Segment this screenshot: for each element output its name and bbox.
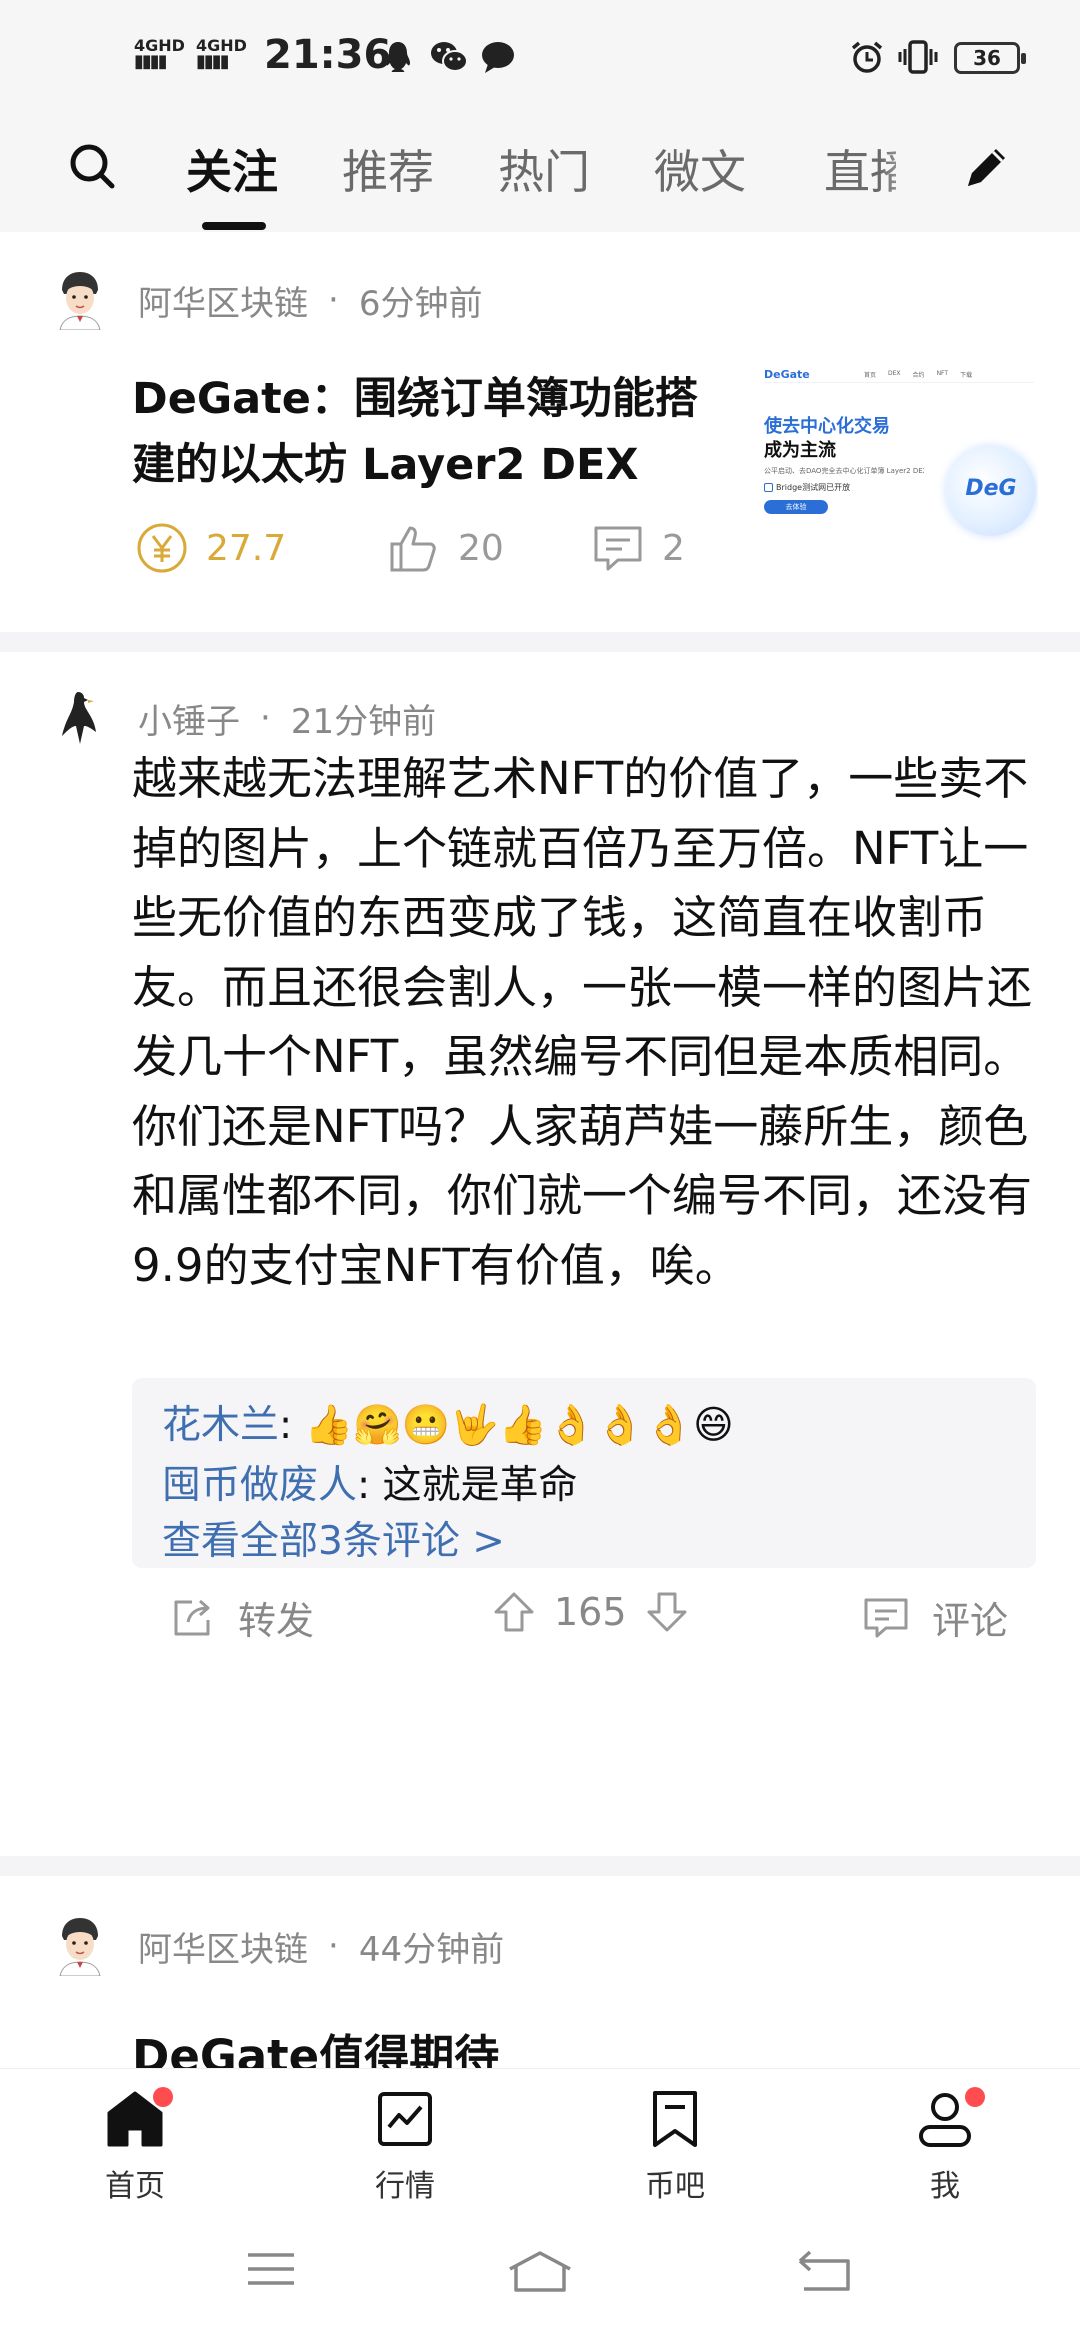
separator: · (328, 1926, 339, 1966)
comment-button[interactable]: 评论 (862, 1590, 1008, 1645)
upvote-icon[interactable] (492, 1590, 536, 1634)
back-icon[interactable] (796, 2249, 852, 2293)
article-title[interactable]: DeGate：围绕订单簿功能搭建的以太坊 Layer2 DEX (132, 366, 732, 498)
tab-recommended[interactable]: 推荐 (342, 136, 434, 202)
nav-market[interactable]: 行情 (345, 2089, 465, 2205)
alarm-icon (851, 41, 883, 73)
comment-button[interactable]: 2 (592, 522, 685, 574)
thumb-subtitle: 公平启动、去DAO完全去中心化订单簿 Layer2 DEX (764, 467, 924, 475)
author-name[interactable]: 阿华区块链 (138, 1922, 308, 1971)
avatar[interactable] (52, 1916, 108, 1976)
comment-text: : 这就是革命 (357, 1463, 578, 1508)
signal-icon: ▮▮▮▮ (134, 51, 168, 72)
thumb-nav: 首页 DEX 合约 NFT 下载 (864, 370, 973, 379)
battery-icon: 36 (954, 42, 1026, 74)
commenter-name[interactable]: 囤币做废人 (162, 1463, 357, 1508)
share-icon (174, 1599, 210, 1635)
network-indicator-1: 4GHD ▮▮▮▮ (134, 38, 185, 72)
thumb-cta-button: 去体验 (764, 500, 828, 514)
nav-label: 首页 (105, 2169, 165, 2204)
avatar[interactable] (52, 270, 108, 330)
tab-following[interactable]: 关注 (186, 136, 278, 202)
yuan-coin-icon (137, 523, 187, 573)
search-icon[interactable] (68, 142, 116, 190)
vote-count: 165 (554, 1590, 627, 1634)
vote-widget: 165 (492, 1590, 689, 1634)
top-tab-bar: 关注 推荐 热门 微文 直播 (0, 120, 1080, 232)
thumb-headline: 使去中心化交易 (764, 416, 890, 437)
nav-label: 行情 (375, 2169, 435, 2204)
post-body[interactable]: 越来越无法理解艺术NFT的价值了，一些卖不掉的图片，上个链就百倍乃至万倍。NFT… (132, 744, 1032, 1300)
forward-label: 转发 (238, 1599, 315, 1643)
active-tab-indicator (202, 222, 266, 230)
tab-hot[interactable]: 热门 (498, 136, 590, 202)
tab-microtext[interactable]: 微文 (654, 136, 746, 202)
wechat-icon (431, 42, 468, 72)
view-all-comments-link[interactable]: 查看全部3条评论 > (162, 1510, 505, 1566)
battery-level: 36 (973, 46, 1001, 70)
forward-button[interactable]: 转发 (170, 1590, 314, 1645)
comments-preview[interactable]: 花木兰: 👍🤗😬🤟👍👌👌👌😄 囤币做废人: 这就是革命 查看全部3条评论 > (132, 1378, 1036, 1568)
nav-profile[interactable]: 我 (885, 2087, 1005, 2205)
separator: · (328, 280, 339, 320)
feed-card-article[interactable]: 阿华区块链 · 6分钟前 DeGate：围绕订单簿功能搭建的以太坊 Layer2… (0, 232, 1080, 632)
thumb-logo-badge: DeG (946, 446, 1036, 536)
nav-home[interactable]: 首页 (75, 2087, 195, 2205)
article-thumbnail[interactable]: DeGate 首页 DEX 合约 NFT 下载 使去中心化交易 成为主流 公平启… (760, 364, 1038, 564)
notification-badge (965, 2087, 985, 2107)
nav-label: 币吧 (645, 2169, 705, 2204)
comment-text: : 👍🤗😬🤟👍👌👌👌😄 (279, 1403, 734, 1448)
qq-icon (386, 42, 410, 72)
thumb-headline-2: 成为主流 (764, 440, 836, 461)
bottom-nav-bar: 首页 行情 币吧 我 (0, 2068, 1080, 2340)
menu-icon[interactable] (246, 2249, 296, 2289)
status-bar: 4GHD ▮▮▮▮ 4GHD ▮▮▮▮ 21:36 36 (0, 0, 1080, 120)
downvote-icon[interactable] (645, 1590, 689, 1634)
like-button[interactable]: 20 (388, 522, 504, 574)
message-icon (482, 42, 514, 73)
reward-value: 27.7 (206, 527, 287, 569)
author-name[interactable]: 小锤子 (138, 694, 240, 743)
tab-fade (880, 120, 940, 220)
separator: · (260, 698, 271, 738)
post-time: 6分钟前 (358, 283, 483, 324)
avatar[interactable] (52, 688, 108, 748)
like-count: 20 (458, 527, 504, 569)
post-time: 21分钟前 (290, 701, 437, 742)
feed-card-article[interactable]: 阿华区块链 · 44分钟前 DeGate值得期待 (0, 1876, 1080, 2083)
post-time: 44分钟前 (358, 1929, 505, 1970)
clock: 21:36 (264, 32, 392, 78)
network-indicator-2: 4GHD ▮▮▮▮ (196, 38, 247, 72)
nav-label: 我 (930, 2169, 960, 2204)
reward-stat[interactable]: 27.7 (136, 522, 286, 574)
commenter-name[interactable]: 花木兰 (162, 1403, 279, 1448)
notification-badge (153, 2087, 173, 2107)
comment-label: 评论 (932, 1599, 1009, 1643)
nav-coin-forum[interactable]: 币吧 (615, 2089, 735, 2205)
signal-icon: ▮▮▮▮ (196, 51, 230, 72)
edit-icon[interactable] (960, 142, 1012, 194)
vibrate-icon (898, 40, 938, 74)
comment-item[interactable]: 囤币做废人: 这就是革命 (162, 1454, 578, 1510)
comment-count: 2 (662, 527, 685, 569)
comment-icon (594, 526, 642, 571)
thumbs-up-icon (390, 526, 436, 572)
author-row: 阿华区块链 · 44分钟前 (52, 1916, 504, 1976)
thumb-brand: DeGate (764, 368, 810, 381)
author-name[interactable]: 阿华区块链 (138, 276, 308, 325)
bookmark-icon (653, 2091, 697, 2147)
chart-icon (378, 2092, 432, 2146)
feed-card-post[interactable]: 小锤子 · 21分钟前 越来越无法理解艺术NFT的价值了，一些卖不掉的图片，上个… (0, 652, 1080, 1856)
thumb-bridge: Bridge测试网已开放 (764, 482, 850, 493)
home-system-icon[interactable] (506, 2249, 574, 2293)
author-row: 阿华区块链 · 6分钟前 (52, 270, 482, 330)
author-row: 小锤子 · 21分钟前 (52, 688, 436, 748)
comment-item[interactable]: 花木兰: 👍🤗😬🤟👍👌👌👌😄 (162, 1394, 734, 1450)
comment-icon (864, 1598, 908, 1637)
